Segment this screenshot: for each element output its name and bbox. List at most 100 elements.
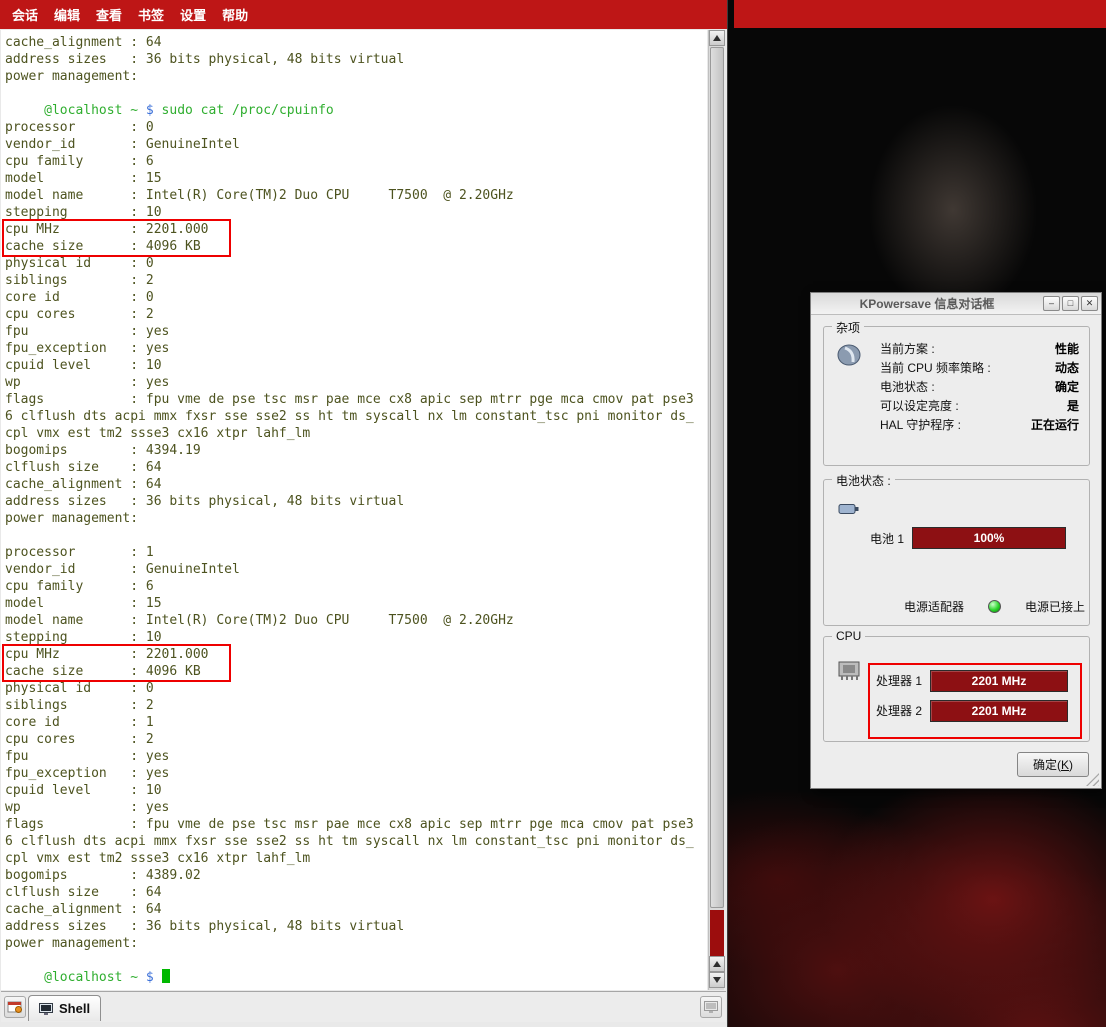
prompt-host: @localhost ~	[44, 970, 138, 985]
scrollbar-down-button[interactable]	[709, 972, 725, 988]
terminal-line: cpu family : 6	[5, 578, 707, 595]
group-battery-legend: 电池状态 :	[832, 472, 895, 489]
info-row: 当前方案 : 性能	[880, 339, 1079, 358]
dialog-titlebar[interactable]: KPowersave 信息对话框 – □ ✕	[811, 293, 1101, 315]
terminal-line: physical id : 0	[5, 255, 707, 272]
terminal-line: cpuid level : 10	[5, 782, 707, 799]
menu-item[interactable]: 查看	[88, 5, 130, 24]
terminal-line: siblings : 2	[5, 272, 707, 289]
terminal-line: cache size : 4096 KB	[5, 238, 707, 255]
menu-item[interactable]: 会话	[4, 5, 46, 24]
terminal-line: cpl vmx est tm2 ssse3 cx16 xtpr lahf_lm	[5, 850, 707, 867]
screen: 会话编辑查看书签设置帮助 cache_alignment : 64address…	[0, 0, 1106, 1027]
terminal-line: flags : fpu vme de pse tsc msr pae mce c…	[5, 391, 707, 408]
prompt-symbol: $	[146, 103, 154, 118]
info-label: HAL 守护程序 :	[880, 416, 961, 433]
cpu-row: 处理器 12201 MHz	[876, 669, 1068, 692]
close-button[interactable]: ✕	[1081, 296, 1098, 311]
cpu-label: 处理器 2	[876, 702, 922, 719]
scrollbar-up-button-bottom[interactable]	[709, 956, 725, 972]
terminal-line: @localhost ~ $	[5, 969, 707, 986]
prompt-host: @localhost ~	[44, 103, 138, 118]
terminal-line: wp : yes	[5, 799, 707, 816]
window-buttons: – □ ✕	[1043, 296, 1098, 311]
group-misc-legend: 杂项	[832, 319, 864, 336]
prompt-redacted-user	[5, 103, 44, 118]
terminal-line: stepping : 10	[5, 204, 707, 221]
battery-icon	[838, 502, 860, 516]
terminal-line: cpl vmx est tm2 ssse3 cx16 xtpr lahf_lm	[5, 425, 707, 442]
terminal-line: cpu cores : 2	[5, 731, 707, 748]
terminal-icon	[39, 1003, 53, 1015]
ok-label: 确定(	[1033, 758, 1061, 772]
terminal-line: physical id : 0	[5, 680, 707, 697]
terminal-line: cache size : 4096 KB	[5, 663, 707, 680]
scrollbar-thumb[interactable]	[710, 47, 724, 908]
battery-row: 电池 1 100%	[870, 527, 1066, 549]
session-tab-bar: Shell	[1, 991, 726, 1022]
terminal-line	[5, 527, 707, 544]
group-battery: 电池状态 : 电池 1 100% 电源适配器 电源已接上	[823, 479, 1090, 626]
terminal-line: address sizes : 36 bits physical, 48 bit…	[5, 51, 707, 68]
terminal-line: cpu MHz : 2201.000	[5, 221, 707, 238]
info-value: 性能	[1055, 340, 1079, 357]
terminal-window: 会话编辑查看书签设置帮助 cache_alignment : 64address…	[0, 0, 728, 1027]
terminal-line: cpu MHz : 2201.000	[5, 646, 707, 663]
menu-bar: 会话编辑查看书签设置帮助	[0, 0, 727, 29]
terminal-line: model : 15	[5, 595, 707, 612]
info-label: 电池状态 :	[880, 378, 935, 395]
terminal-line: fpu_exception : yes	[5, 765, 707, 782]
terminal-body[interactable]: cache_alignment : 64address sizes : 36 b…	[1, 30, 707, 990]
terminal-line: vendor_id : GenuineIntel	[5, 136, 707, 153]
scrollbar-up-button[interactable]	[709, 30, 725, 46]
terminal-line: flags : fpu vme de pse tsc msr pae mce c…	[5, 816, 707, 833]
cpu-frequency-bar: 2201 MHz	[930, 700, 1068, 722]
terminal-cursor	[162, 969, 170, 983]
ok-button[interactable]: 确定(K)	[1017, 752, 1089, 777]
adapter-status: 电源已接上	[1025, 598, 1085, 615]
menu-item[interactable]: 编辑	[46, 5, 88, 24]
session-list-button[interactable]	[700, 996, 722, 1018]
terminal-line: cache_alignment : 64	[5, 34, 707, 51]
terminal-line: core id : 1	[5, 714, 707, 731]
terminal-line: 6 clflush dts acpi mmx fxsr sse sse2 ss …	[5, 408, 707, 425]
new-session-icon	[7, 1000, 23, 1014]
terminal-line: power management:	[5, 510, 707, 527]
menu-item[interactable]: 书签	[130, 5, 172, 24]
terminal-line: address sizes : 36 bits physical, 48 bit…	[5, 493, 707, 510]
terminal-scrollbar[interactable]	[708, 30, 724, 990]
terminal-line: siblings : 2	[5, 697, 707, 714]
minimize-button[interactable]: –	[1043, 296, 1060, 311]
terminal-output: cache_alignment : 64address sizes : 36 b…	[1, 30, 707, 990]
menu-item[interactable]: 帮助	[214, 5, 256, 24]
battery-percent-text: 100%	[913, 528, 1065, 548]
adapter-label: 电源适配器	[904, 598, 964, 615]
terminal-line: address sizes : 36 bits physical, 48 bit…	[5, 918, 707, 935]
info-row: HAL 守护程序 :正在运行	[880, 415, 1079, 434]
cpu-label: 处理器 1	[876, 672, 922, 689]
tab-shell-label: Shell	[59, 1001, 90, 1016]
info-row: 电池状态 :确定	[880, 377, 1079, 396]
terminal-line: bogomips : 4389.02	[5, 867, 707, 884]
terminal-line: processor : 1	[5, 544, 707, 561]
terminal-line: model name : Intel(R) Core(TM)2 Duo CPU …	[5, 612, 707, 629]
terminal-line: cache_alignment : 64	[5, 901, 707, 918]
terminal-icon-gray	[704, 1001, 718, 1013]
info-value: 是	[1067, 397, 1079, 414]
maximize-button[interactable]: □	[1062, 296, 1079, 311]
new-session-button[interactable]	[4, 996, 26, 1018]
group-misc: 杂项 当前方案 :性能当前 CPU 频率策略 :动态电池状态 :确定可以设定亮度…	[823, 326, 1090, 466]
group-cpu: CPU 处理器 12201 MHz处理器 22201 MHz	[823, 636, 1090, 742]
arrow-down-icon	[713, 977, 721, 983]
tab-shell[interactable]: Shell	[28, 995, 101, 1021]
menu-item[interactable]: 设置	[172, 5, 214, 24]
terminal-line: clflush size : 64	[5, 884, 707, 901]
terminal-line: vendor_id : GenuineIntel	[5, 561, 707, 578]
info-label: 当前方案 :	[880, 340, 935, 357]
info-label: 可以设定亮度 :	[880, 397, 959, 414]
cpu-row: 处理器 2 2201 MHz	[876, 699, 1068, 722]
prompt-redacted-user	[5, 970, 44, 985]
terminal-line: cpu family : 6	[5, 153, 707, 170]
power-adapter-led	[988, 600, 1001, 613]
scrollbar-highlight-mark	[710, 910, 724, 956]
